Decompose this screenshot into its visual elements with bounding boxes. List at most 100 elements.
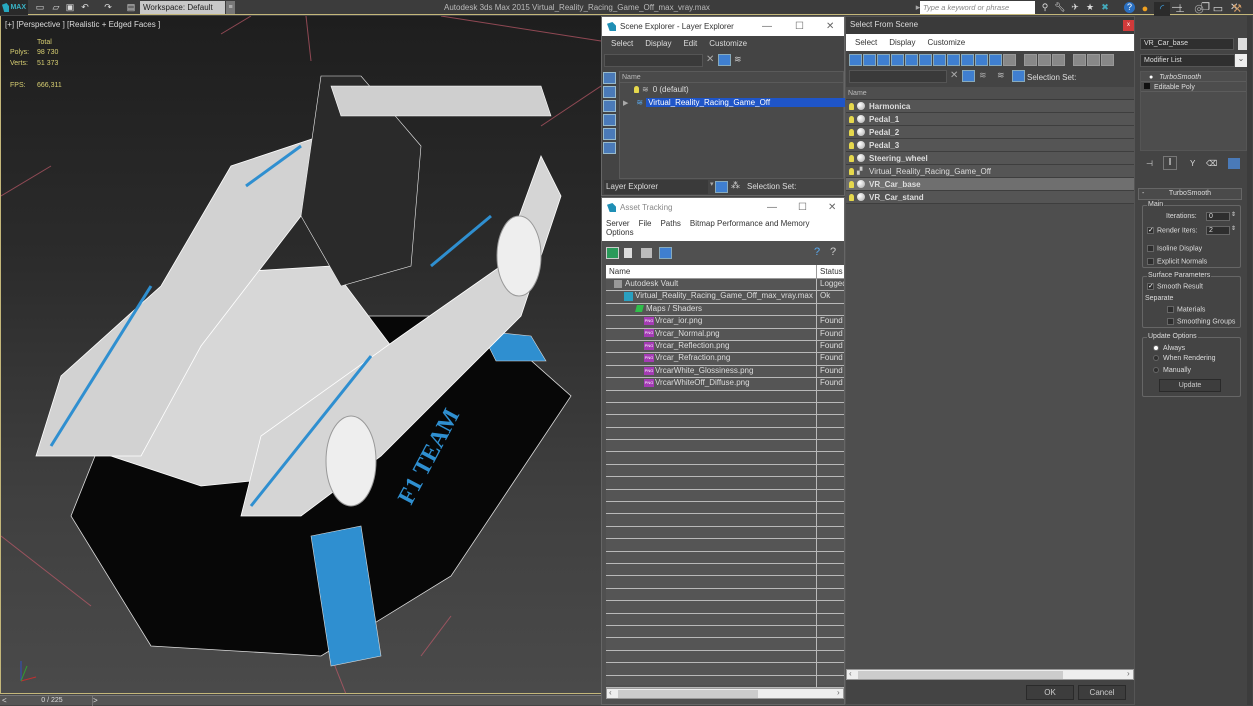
sort-by-layer-icon[interactable] [715,181,728,193]
display-spacewarps-icon[interactable] [919,54,932,66]
open-file-icon[interactable]: ▱ [50,2,62,13]
light-bulb-icon[interactable] [849,128,854,136]
menu-options[interactable]: Options [606,228,634,237]
light-bulb-icon[interactable] [849,115,854,123]
update-always-radio[interactable]: Always [1153,345,1185,352]
new-file-icon[interactable]: ▭ [34,2,46,13]
display-bones-icon[interactable] [961,54,974,66]
render-iters-checkbox[interactable]: ✓ Render Iters: [1147,227,1197,234]
scroll-right-icon[interactable]: › [1127,669,1130,678]
isoline-display-checkbox[interactable]: Isoline Display [1147,245,1202,252]
dropdown-arrow-icon[interactable]: ▾ [710,180,714,188]
project-folder-icon[interactable]: ▤ [125,2,137,13]
display-geometry-icon[interactable] [849,54,862,66]
modifier-stack-item[interactable]: Editable Poly [1141,81,1246,92]
menu-file[interactable]: File [639,219,652,228]
menu-paths[interactable]: Paths [660,219,680,228]
hierarchy-icon[interactable]: ⁂ [731,180,740,191]
filter-icon[interactable] [962,70,975,82]
layer-stack-icon[interactable]: ≋ [979,70,987,81]
file-icon[interactable] [624,248,632,258]
workspace-dropdown[interactable]: Workspace: Default [140,1,225,14]
workspace-menu-icon[interactable]: ≡ [226,1,235,14]
menu-select[interactable]: Select [855,38,877,47]
pin-stack-icon[interactable]: ⊣ [1146,159,1153,168]
display-helpers-icon[interactable] [603,128,616,140]
display-tab-icon[interactable]: ▭ [1210,2,1226,16]
help-icon[interactable]: ? [1124,2,1135,13]
iterations-spinner[interactable]: 0 [1206,212,1230,221]
ok-button[interactable]: OK [1026,685,1074,700]
scrollbar-thumb[interactable] [618,690,758,698]
help-search-input[interactable]: Type a keyword or phrase [920,1,1035,14]
help-icon[interactable]: ? [830,246,836,258]
redo-icon[interactable]: ↷ [102,2,114,13]
layer-row[interactable]: ≋ 0 (default) [620,83,843,96]
radio[interactable] [1153,345,1159,352]
display-lights-icon[interactable] [603,100,616,112]
menu-display[interactable]: Display [889,38,915,47]
light-bulb-icon[interactable] [849,180,854,188]
chevron-down-icon[interactable]: ⌄ [1235,54,1247,67]
filter-icon[interactable] [718,54,731,66]
menu-select[interactable]: Select [611,39,633,48]
display-geometry-icon[interactable] [603,72,616,84]
menu-bitmap-performance[interactable]: Bitmap Performance and Memory [690,219,810,228]
vault-help-icon[interactable]: ? [814,246,820,258]
modify-tab-icon[interactable]: ◜ [1154,2,1170,16]
light-bulb-icon[interactable] [849,141,854,149]
object-row[interactable]: VR_Car_stand [846,191,1134,204]
layer-stack-icon[interactable]: ≋ [734,54,742,65]
clear-find-icon[interactable]: ✕ [706,54,714,65]
update-manually-radio[interactable]: Manually [1153,367,1191,374]
asset-row[interactable]: Virtual_Reality_Racing_Game_Off_max_vray… [606,291,844,304]
communication-center-icon[interactable]: ✈︎ [1069,2,1081,13]
display-helpers-icon[interactable] [905,54,918,66]
render-iters-spinner[interactable]: 2 [1206,226,1230,235]
layer-row[interactable]: ▶ ≋ Virtual_Reality_Racing_Game_Off [620,96,846,109]
refresh-icon[interactable] [606,247,619,259]
wrench-icon[interactable]: 🔧︎ [1054,2,1066,13]
smooth-result-checkbox[interactable]: ✓ Smooth Result [1147,283,1203,290]
display-hidden-icon[interactable] [1003,54,1016,66]
object-row[interactable]: VR_Car_base [846,178,1134,191]
display-invert-icon[interactable] [1052,54,1065,66]
undo-icon[interactable]: ↶ [79,2,91,13]
hierarchy-tab-icon[interactable]: ⊥ [1172,2,1188,16]
checkbox[interactable] [1167,306,1174,313]
menu-customize[interactable]: Customize [927,38,965,47]
expand-arrow-icon[interactable]: ▶ [623,99,628,107]
object-row[interactable]: ▞ Virtual_Reality_Racing_Game_Off [846,165,1134,178]
autodesk-exchange-icon[interactable]: ✖ [1099,2,1111,13]
object-name-field[interactable]: VR_Car_base [1140,38,1234,50]
display-shapes-icon[interactable] [603,86,616,98]
display-none-icon[interactable] [1038,54,1051,66]
minimize-icon[interactable]: — [762,17,772,36]
minimize-icon[interactable]: — [767,198,777,217]
checkbox[interactable] [1147,258,1154,265]
scroll-right-icon[interactable]: › [837,688,840,697]
utilities-tab-icon[interactable]: ⚒ [1229,2,1245,16]
asset-row[interactable]: PNG VrcarWhite_Glossiness.png Found [606,365,844,379]
checkbox[interactable] [1167,318,1174,325]
modifier-stack-item[interactable]: ● TurboSmooth [1141,72,1246,81]
close-icon[interactable]: ✕ [828,198,836,217]
explicit-normals-checkbox[interactable]: Explicit Normals [1147,258,1207,265]
cancel-button[interactable]: Cancel [1078,685,1126,700]
light-bulb-icon[interactable] [634,86,639,93]
sort-by-layer-icon[interactable]: ≋ [997,70,1005,81]
menu-edit[interactable]: Edit [683,39,697,48]
column-header-name[interactable]: Name [606,265,816,278]
expand-box-icon[interactable] [1144,83,1150,89]
show-end-result-icon[interactable]: I [1163,156,1177,170]
light-bulb-icon[interactable] [849,167,854,175]
light-bulb-icon[interactable] [849,154,854,162]
display-cameras-icon[interactable] [603,114,616,126]
column-header-name[interactable]: Name [620,72,843,83]
spinner-arrows-icon[interactable]: ⇕ [1231,225,1236,232]
column-header-name[interactable]: Name [846,87,1134,100]
checkbox[interactable]: ✓ [1147,283,1154,290]
update-when-rendering-radio[interactable]: When Rendering [1153,355,1216,362]
clear-find-icon[interactable]: ✕ [950,70,958,81]
display-all-icon[interactable] [1024,54,1037,66]
